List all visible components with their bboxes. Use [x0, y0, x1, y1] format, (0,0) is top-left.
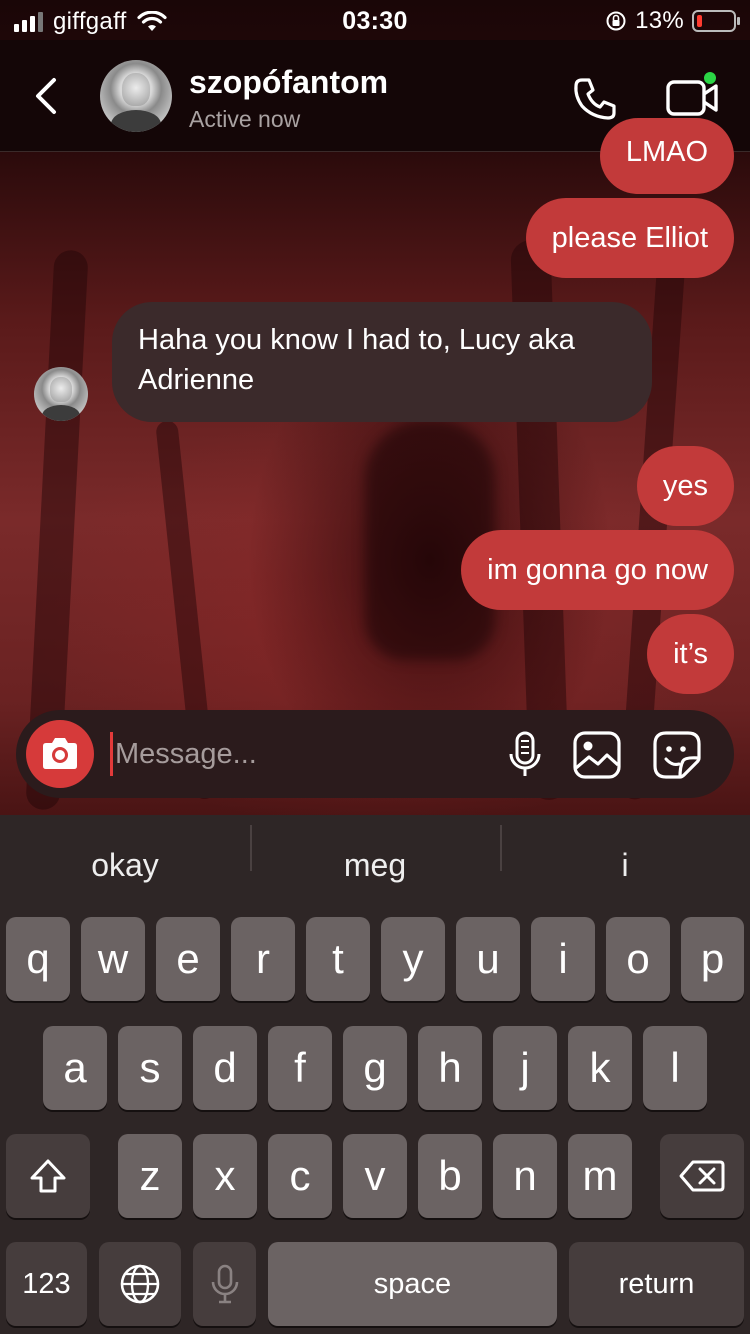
shift-arrow-icon	[30, 1159, 66, 1193]
space-key[interactable]: space	[268, 1242, 557, 1326]
activity-status: Active now	[189, 106, 301, 132]
key-v[interactable]: v	[343, 1134, 407, 1218]
key-c[interactable]: c	[268, 1134, 332, 1218]
message-outgoing[interactable]: please Elliot	[525, 198, 734, 278]
key-m[interactable]: m	[568, 1134, 632, 1218]
key-p[interactable]: p	[681, 917, 744, 1001]
sender-avatar[interactable]	[34, 367, 88, 421]
battery-percent: 13%	[635, 7, 684, 34]
key-j[interactable]: j	[493, 1026, 557, 1110]
key-t[interactable]: t	[306, 917, 370, 1001]
key-b[interactable]: b	[418, 1134, 482, 1218]
contact-username[interactable]: szopófantom	[189, 64, 388, 101]
phone-call-icon[interactable]	[570, 74, 620, 124]
key-r[interactable]: r	[231, 917, 295, 1001]
gallery-icon[interactable]	[572, 730, 622, 780]
suggestion[interactable]: okay	[0, 847, 250, 884]
key-x[interactable]: x	[193, 1134, 257, 1218]
shift-key[interactable]	[6, 1134, 90, 1218]
key-l[interactable]: l	[643, 1026, 707, 1110]
globe-key[interactable]	[99, 1242, 181, 1326]
predictive-text-bar: okay meg i	[0, 815, 750, 915]
suggestion[interactable]: i	[500, 824, 750, 884]
key-u[interactable]: u	[456, 917, 520, 1001]
delete-key[interactable]	[660, 1134, 744, 1218]
key-g[interactable]: g	[343, 1026, 407, 1110]
message-outgoing[interactable]: yes	[636, 446, 734, 526]
key-o[interactable]: o	[606, 917, 670, 1001]
key-e[interactable]: e	[156, 917, 220, 1001]
message-input[interactable]	[110, 732, 490, 776]
key-z[interactable]: z	[118, 1134, 182, 1218]
return-key[interactable]: return	[569, 1242, 744, 1326]
battery-icon	[692, 10, 740, 32]
camera-icon	[43, 738, 77, 769]
message-outgoing[interactable]: it’s	[647, 614, 734, 694]
key-y[interactable]: y	[381, 917, 445, 1001]
globe-icon	[120, 1264, 160, 1304]
key-f[interactable]: f	[268, 1026, 332, 1110]
microphone-icon	[211, 1264, 238, 1304]
key-i[interactable]: i	[531, 917, 595, 1001]
sticker-icon[interactable]	[652, 730, 702, 780]
back-chevron-icon[interactable]	[28, 76, 68, 116]
orientation-lock-icon	[606, 11, 626, 31]
key-w[interactable]: w	[81, 917, 145, 1001]
video-call-button[interactable]	[664, 70, 724, 124]
status-bar: giffgaff 03:30 13%	[0, 0, 750, 40]
contact-avatar[interactable]	[100, 60, 172, 132]
dictation-key[interactable]	[193, 1242, 256, 1326]
key-h[interactable]: h	[418, 1026, 482, 1110]
key-a[interactable]: a	[43, 1026, 107, 1110]
key-d[interactable]: d	[193, 1026, 257, 1110]
message-composer	[16, 710, 734, 798]
online-indicator	[702, 70, 718, 86]
camera-button[interactable]	[26, 720, 94, 788]
keyboard: okay meg i q w e r t y u i o p a s d f g…	[0, 815, 750, 1334]
key-k[interactable]: k	[568, 1026, 632, 1110]
message-incoming[interactable]: Haha you know I had to, Lucy aka Adrienn…	[112, 302, 652, 422]
key-n[interactable]: n	[493, 1134, 557, 1218]
microphone-icon[interactable]	[500, 730, 550, 780]
backspace-icon	[679, 1160, 725, 1192]
key-s[interactable]: s	[118, 1026, 182, 1110]
numbers-key[interactable]: 123	[6, 1242, 87, 1326]
message-outgoing[interactable]: im gonna go now	[461, 530, 734, 610]
key-q[interactable]: q	[6, 917, 70, 1001]
dm-screen: giffgaff 03:30 13% szopófantom Active no…	[0, 0, 750, 1334]
message-outgoing[interactable]: LMAO	[599, 118, 734, 194]
suggestion[interactable]: meg	[250, 824, 500, 884]
